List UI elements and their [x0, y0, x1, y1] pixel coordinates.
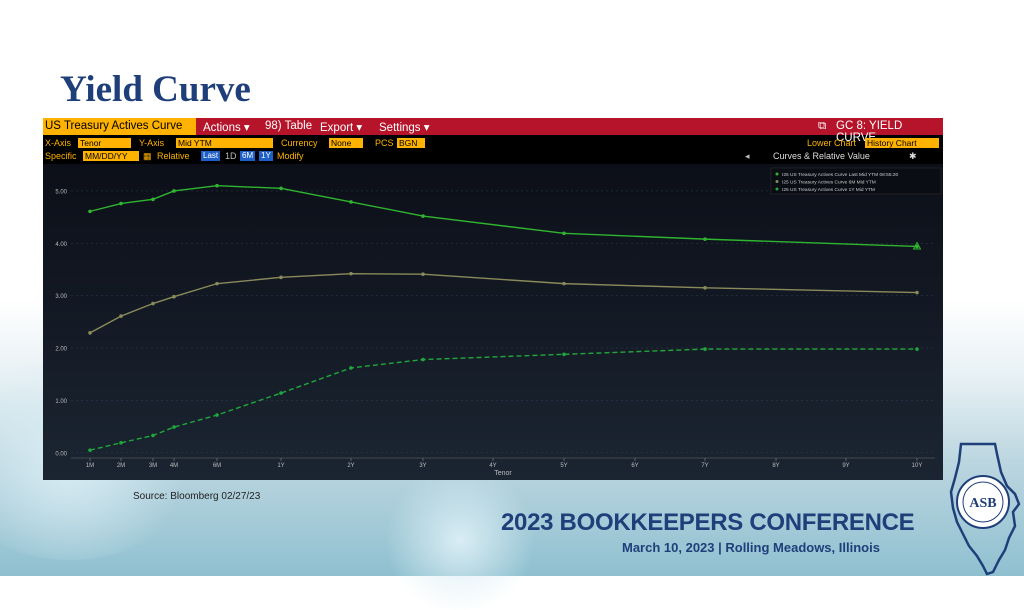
x-tick-label: 5Y — [560, 463, 567, 469]
lower-chart-label: Lower Chart — [807, 138, 857, 148]
x-tick-label: 9Y — [842, 463, 849, 469]
series-point — [915, 290, 919, 295]
x-axis-label: Tenor — [494, 470, 512, 477]
relative-label: Relative — [157, 151, 190, 161]
series-point — [349, 200, 353, 204]
legend-swatch — [775, 187, 779, 191]
legend-entry: I25 US Treasury Actives Curve 1Y Mid YTM — [782, 187, 875, 193]
x-tick-label: 6Y — [631, 463, 638, 469]
y-tick-label: 5.00 — [55, 189, 67, 195]
legend-entry: I25 US Treasury Actives Curve 6M Mid YTM — [782, 180, 876, 186]
x-tick-label: 4Y — [489, 463, 496, 469]
series-point — [703, 286, 707, 290]
terminal-menu-bar: US Treasury Actives Curve Actions ▾ 98) … — [43, 118, 943, 144]
x-tick-label: 4M — [170, 463, 178, 469]
series-point — [88, 331, 92, 335]
yaxis-select[interactable]: Mid YTM — [176, 138, 273, 148]
pcs-label: PCS — [375, 138, 394, 148]
series-point — [88, 209, 92, 214]
series-point — [349, 271, 353, 276]
date-input[interactable]: MM/DD/YY — [83, 151, 139, 161]
relative-1d-button[interactable]: 1D — [225, 150, 237, 162]
relative-last-button[interactable]: Last — [201, 151, 221, 161]
series-point — [119, 201, 123, 206]
y-tick-label: 1.00 — [55, 399, 67, 405]
series-point — [279, 275, 283, 280]
yield-curve-chart: 0.00 1.00 2.00 3.00 4.00 5.00 1M 2M 3M 4M 6M 1Y 2Y 3… — [43, 164, 943, 480]
series-point — [562, 281, 566, 286]
x-tick-label: 1Y — [277, 463, 284, 469]
x-tick-label: 10Y — [912, 463, 923, 469]
legend-swatch — [775, 172, 779, 176]
series-point — [172, 294, 176, 299]
series-point — [421, 272, 425, 277]
terminal-axis-row: X-Axis Tenor Y-Axis Mid YTM Currency Non… — [43, 137, 943, 149]
series-point — [172, 189, 176, 193]
x-tick-label: 7Y — [701, 463, 708, 469]
x-tick-label: 3M — [149, 463, 157, 469]
xaxis-label: X-Axis — [45, 138, 72, 148]
x-tick-label: 2M — [117, 463, 125, 469]
series-point — [915, 347, 919, 351]
series-point — [421, 214, 425, 218]
series-point — [703, 347, 707, 351]
series-point — [215, 281, 219, 286]
relative-6m-button[interactable]: 6M — [240, 151, 256, 161]
currency-label: Currency — [281, 138, 318, 148]
y-tick-label: 2.00 — [55, 347, 67, 353]
series-point — [279, 186, 283, 191]
yaxis-label: Y-Axis — [139, 138, 165, 148]
series-point — [88, 448, 92, 452]
conference-subtitle: March 10, 2023 | Rolling Meadows, Illino… — [622, 540, 880, 555]
series-point — [279, 391, 283, 395]
series-point — [172, 425, 176, 429]
series-point — [215, 413, 219, 417]
series-point — [562, 231, 566, 236]
source-note: Source: Bloomberg 02/27/23 — [133, 491, 261, 502]
series-point — [119, 441, 123, 445]
illinois-logo: ASB — [949, 442, 1021, 576]
external-link-icon[interactable]: ⧉ — [818, 120, 826, 133]
series-point — [151, 197, 155, 202]
relative-1y-button[interactable]: 1Y — [259, 151, 273, 161]
x-tick-label: 3Y — [419, 463, 426, 469]
y-tick-label: 4.00 — [55, 242, 67, 248]
x-tick-label: 1M — [86, 463, 94, 469]
conference-title: 2023 BOOKKEEPERS CONFERENCE — [501, 509, 915, 536]
legend-swatch — [775, 180, 779, 183]
menu-actions[interactable]: Actions ▾ — [203, 120, 250, 134]
gear-icon[interactable]: ✱ — [909, 150, 917, 162]
plot-background — [43, 164, 943, 480]
slide-title: Yield Curve — [60, 69, 251, 110]
y-tick-label: 3.00 — [55, 294, 67, 300]
curves-relative-value-label: Curves & Relative Value — [773, 151, 870, 161]
collapse-left-icon[interactable]: ◂ — [745, 150, 750, 162]
menu-settings[interactable]: Settings ▾ — [379, 120, 430, 134]
series-point — [151, 433, 155, 438]
lower-chart-select[interactable]: History Chart — [865, 138, 939, 148]
menu-export[interactable]: Export ▾ — [320, 120, 362, 134]
series-point — [215, 183, 219, 188]
series-point — [562, 352, 566, 357]
calendar-icon[interactable]: ▦ — [143, 150, 152, 162]
series-point — [119, 314, 123, 318]
svg-text:ASB: ASB — [969, 496, 996, 511]
y-tick-label: 0.00 — [55, 451, 67, 457]
xaxis-select[interactable]: Tenor — [78, 138, 131, 148]
menu-table[interactable]: 98) Table — [265, 120, 312, 132]
series-point — [703, 237, 707, 241]
currency-select[interactable]: None — [329, 138, 363, 148]
x-tick-label: 2Y — [347, 463, 354, 469]
series-point — [349, 366, 353, 370]
legend-entry: I25 US Treasury Actives Curve Last Mid Y… — [782, 172, 898, 178]
terminal-date-row: Specific MM/DD/YY ▦ Relative Last 1D 6M … — [43, 150, 943, 162]
tab-us-treasury-actives-curve[interactable]: US Treasury Actives Curve — [43, 118, 196, 135]
specific-label: Specific — [45, 151, 77, 161]
x-tick-label: 8Y — [772, 463, 779, 469]
x-tick-label: 6M — [213, 463, 221, 469]
modify-button[interactable]: Modify — [277, 150, 304, 162]
series-point — [151, 301, 155, 306]
pcs-field[interactable]: BGN — [397, 138, 425, 148]
series-point — [421, 357, 425, 362]
